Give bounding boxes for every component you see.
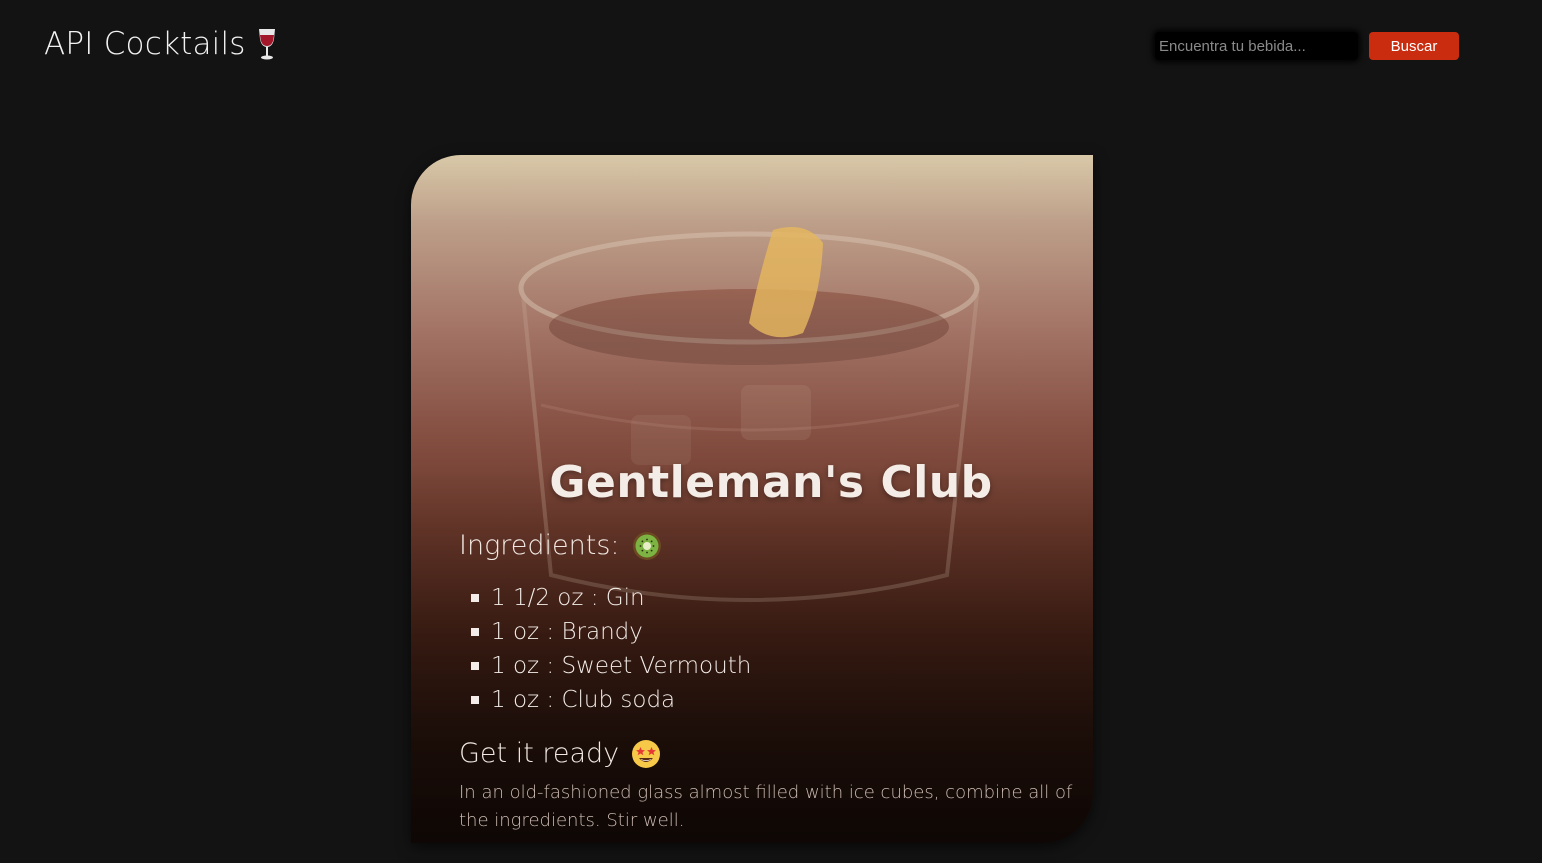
ingredient-text: 1 oz : Brandy: [491, 619, 643, 645]
brand-logo[interactable]: API Cocktails: [44, 26, 278, 62]
search-input[interactable]: [1155, 32, 1358, 60]
bullet-icon: [471, 696, 479, 704]
ingredients-heading: Ingredients:: [459, 530, 662, 561]
drink-card: Gentleman's Club Ingredients: 1 1/2 oz :…: [411, 155, 1093, 843]
ingredient-item: 1 oz : Brandy: [471, 615, 751, 649]
ingredient-item: 1 oz : Sweet Vermouth: [471, 649, 751, 683]
ingredient-item: 1 1/2 oz : Gin: [471, 581, 751, 615]
kiwi-icon: [632, 531, 661, 560]
ingredient-list: 1 1/2 oz : Gin 1 oz : Brandy 1 oz : Swee…: [471, 581, 751, 717]
prep-heading-label: Get it ready: [459, 738, 620, 769]
brand-title: API Cocktails: [44, 26, 246, 62]
ingredient-text: 1 oz : Club soda: [491, 687, 676, 713]
ingredient-text: 1 oz : Sweet Vermouth: [491, 653, 752, 679]
wine-glass-icon: [258, 29, 275, 60]
ingredient-text: 1 1/2 oz : Gin: [491, 585, 645, 611]
star-struck-face-icon: [632, 739, 661, 768]
instructions-text: In an old-fashioned glass almost filled …: [459, 782, 1073, 831]
top-navbar: API Cocktails Buscar: [0, 0, 1542, 92]
drink-details: Gentleman's Club Ingredients: 1 1/2 oz :…: [411, 155, 1093, 843]
bullet-icon: [471, 628, 479, 636]
bullet-icon: [471, 662, 479, 670]
ingredient-item: 1 oz : Club soda: [471, 683, 751, 717]
drink-name: Gentleman's Club: [549, 457, 993, 508]
ingredients-heading-label: Ingredients:: [459, 530, 620, 561]
search-button[interactable]: Buscar: [1369, 32, 1459, 60]
search-bar: Buscar: [1155, 32, 1459, 60]
bullet-icon: [471, 594, 479, 602]
prep-heading: Get it ready: [459, 738, 661, 769]
